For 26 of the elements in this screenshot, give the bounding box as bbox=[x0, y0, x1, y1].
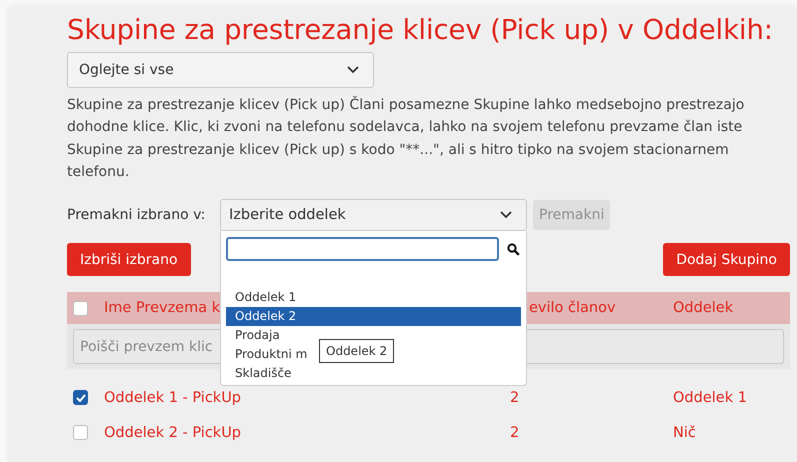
table-cell-text: Nič bbox=[673, 424, 697, 441]
table-cell-text: 2 bbox=[510, 424, 520, 441]
tooltip: Oddelek 2 bbox=[319, 339, 394, 364]
row-checkbox[interactable] bbox=[73, 390, 88, 406]
table-cell-text: 2 bbox=[510, 390, 520, 406]
chevron-icon bbox=[347, 66, 359, 74]
select-all-checkbox[interactable] bbox=[73, 300, 88, 316]
dropdown-option[interactable]: Produktni m bbox=[226, 345, 308, 364]
table-cell-text: Oddelek 2 - PickUp bbox=[104, 424, 242, 441]
add-group-button[interactable]: Dodaj Skupino bbox=[663, 243, 790, 276]
view-select[interactable]: Oglejte si vse bbox=[67, 52, 374, 88]
page-title: Skupine za prestrezanje klicev (Pick up) v Oddelkih: bbox=[67, 13, 774, 48]
search-icon bbox=[507, 242, 520, 256]
delete-selected-button[interactable]: Izbriši izbrano bbox=[67, 243, 191, 276]
table-cell-text: Oddelek 1 bbox=[673, 390, 748, 406]
move-label: Premakni izbrano v: bbox=[67, 207, 206, 224]
row-checkbox[interactable] bbox=[73, 425, 88, 440]
chevron-icon bbox=[500, 211, 512, 220]
description-text: Skupine za prestrezanje klicev (Pick up) Člani posamezne Skupine lahko medsebojno prestrezajo dohodne klice. Klic, ki zvoni na telefonu sodelavca, lahko na svojem telefonu prevzame član iste Skupine za prestrezanje klicev (Pick up) s kodo "**...", ali s hitro tipko na svojem stacionarnem telefonu. bbox=[67, 95, 746, 182]
dropdown-option[interactable]: Skladišče bbox=[226, 364, 292, 384]
dropdown-option[interactable]: Oddelek 1 bbox=[226, 288, 296, 308]
dropdown-option[interactable]: Oddelek 2 bbox=[226, 307, 521, 326]
table-cell-text: Oddelek 1 - PickUp bbox=[104, 390, 242, 406]
department-select[interactable]: Izberite oddelek bbox=[220, 199, 527, 232]
search-field[interactable] bbox=[226, 237, 499, 262]
dropdown-option[interactable]: Prodaja bbox=[226, 326, 280, 346]
